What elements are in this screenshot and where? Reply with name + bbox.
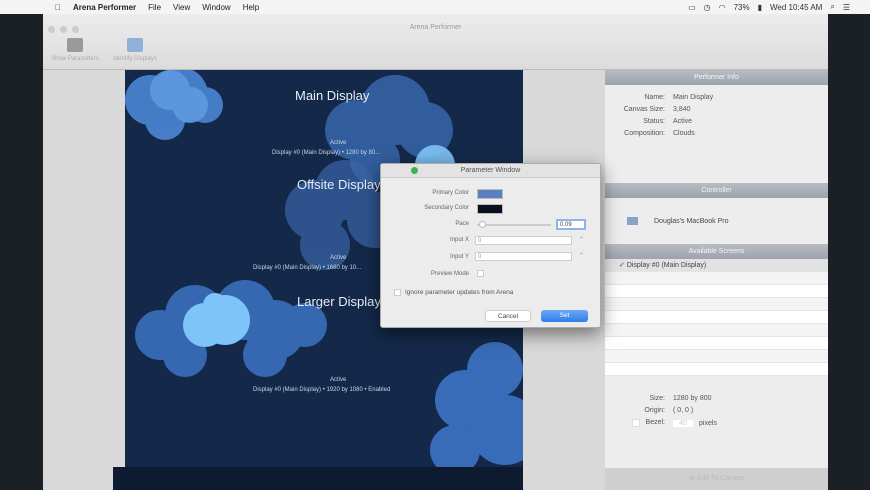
- dialog-title: Parameter Window: [460, 167, 521, 174]
- menu-bar:  Arena Performer File View Window Help …: [0, 0, 870, 14]
- menu-help[interactable]: Help: [243, 3, 259, 12]
- display-status: Active: [330, 140, 347, 146]
- input-x-field[interactable]: 0: [475, 236, 572, 245]
- bezel-input[interactable]: 40: [673, 419, 693, 427]
- display-status: Active: [330, 255, 347, 261]
- time-machine-icon[interactable]: ◷: [704, 3, 711, 12]
- display-title: Larger Display: [297, 294, 381, 309]
- display-details: Display #0 (Main Display) • 1920 by 1080…: [253, 387, 391, 393]
- pace-slider[interactable]: [477, 221, 551, 228]
- slider-knob[interactable]: [479, 221, 486, 228]
- menu-file[interactable]: File: [148, 3, 161, 12]
- pace-input[interactable]: 0.09: [556, 219, 586, 230]
- info-key: Composition:: [624, 130, 665, 137]
- display-details: Display #0 (Main Display) • 1280 by 80..…: [272, 150, 381, 156]
- display-title: Main Display: [295, 88, 370, 103]
- available-screens-header: Available Screens: [605, 244, 828, 259]
- parameters-icon: [67, 38, 83, 52]
- screen-label: Display #0 (Main Display): [626, 262, 707, 269]
- primary-color-well[interactable]: [477, 189, 503, 199]
- menu-view[interactable]: View: [173, 3, 190, 12]
- show-parameters-button[interactable]: Show Parameters: [45, 38, 105, 62]
- title-bar: Arena Performer Show Parameters Identify…: [43, 14, 828, 70]
- pace-label: Pace: [455, 221, 469, 227]
- wifi-icon[interactable]: ◠: [719, 3, 726, 12]
- info-value: 3,840: [673, 106, 691, 113]
- controller-header: Controller: [605, 183, 828, 198]
- cancel-button[interactable]: Cancel: [485, 310, 531, 322]
- apple-icon[interactable]: : [55, 3, 61, 12]
- ignore-updates-checkbox[interactable]: [394, 289, 401, 296]
- origin-value: ( 0, 0 ): [673, 407, 694, 414]
- performer-info-header: Performer Info: [605, 70, 828, 85]
- preview-mode-label: Preview Mode: [430, 271, 469, 277]
- set-button[interactable]: Set: [541, 310, 588, 322]
- ignore-updates-label: Ignore parameter updates from Arena: [405, 289, 514, 296]
- laptop-icon: [627, 217, 638, 225]
- inspector-panel: Performer Info Name: Main Display Canvas …: [605, 70, 828, 490]
- menu-app[interactable]: Arena Performer: [73, 3, 136, 12]
- secondary-color-well[interactable]: [477, 204, 503, 214]
- input-y-field[interactable]: 0: [475, 252, 572, 261]
- window-title: Arena Performer: [409, 24, 462, 31]
- secondary-color-label: Secondary Color: [424, 205, 469, 211]
- bezel-checkbox[interactable]: [631, 419, 640, 427]
- checkbox[interactable]: ✓: [619, 262, 627, 269]
- bezel-unit: pixels: [699, 419, 717, 427]
- size-value: 1280 by 800: [673, 395, 712, 402]
- info-value: Active: [673, 118, 693, 125]
- spotlight-icon[interactable]: ⌕: [830, 2, 834, 12]
- battery-icon[interactable]: ▮: [758, 3, 762, 12]
- input-y-label: Input Y: [450, 254, 469, 260]
- info-key: Canvas Size:: [623, 106, 665, 113]
- info-key: Status:: [643, 118, 665, 125]
- primary-color-label: Primary Color: [432, 190, 469, 196]
- input-x-stepper[interactable]: ⌃: [579, 236, 584, 243]
- preview-mode-checkbox[interactable]: [477, 270, 484, 277]
- menu-window[interactable]: Window: [202, 3, 230, 12]
- info-value: Main Display: [673, 94, 714, 101]
- display-details: Display #0 (Main Display) • 1680 by 10..…: [253, 265, 362, 271]
- battery-percent[interactable]: 73%: [734, 3, 750, 12]
- input-x-label: Input X: [449, 237, 469, 243]
- notification-center-icon[interactable]: ☰: [843, 3, 850, 12]
- tool-label: Show Parameters: [51, 56, 99, 62]
- display-icon: [127, 38, 143, 52]
- screen-item[interactable]: ✓ Display #0 (Main Display): [605, 259, 828, 272]
- size-label: Size:: [649, 395, 665, 402]
- canvas-bottom: [113, 467, 523, 490]
- display-status: Active: [330, 377, 347, 383]
- controller-name: Douglas's MacBook Pro: [654, 217, 729, 225]
- screens-list[interactable]: ✓ Display #0 (Main Display): [605, 259, 828, 376]
- add-to-canvas-button[interactable]: Add To Canvas: [697, 475, 744, 482]
- parameter-window: Parameter Window Primary Color Secondary…: [380, 163, 601, 328]
- clock[interactable]: Wed 10:45 AM: [770, 3, 822, 12]
- zoom-button[interactable]: [411, 167, 418, 174]
- identify-displays-button[interactable]: Identify Displays: [105, 38, 165, 62]
- airplay-icon[interactable]: ▭: [688, 3, 696, 12]
- input-y-stepper[interactable]: ⌃: [579, 252, 584, 259]
- bezel-label: Bezel:: [645, 419, 665, 426]
- display-title: Offsite Display: [297, 177, 381, 192]
- info-value: Clouds: [673, 130, 695, 137]
- origin-label: Origin:: [644, 407, 665, 414]
- info-key: Name:: [644, 94, 665, 101]
- tool-label: Identify Displays: [113, 56, 157, 62]
- add-icon: ⊕: [689, 475, 697, 482]
